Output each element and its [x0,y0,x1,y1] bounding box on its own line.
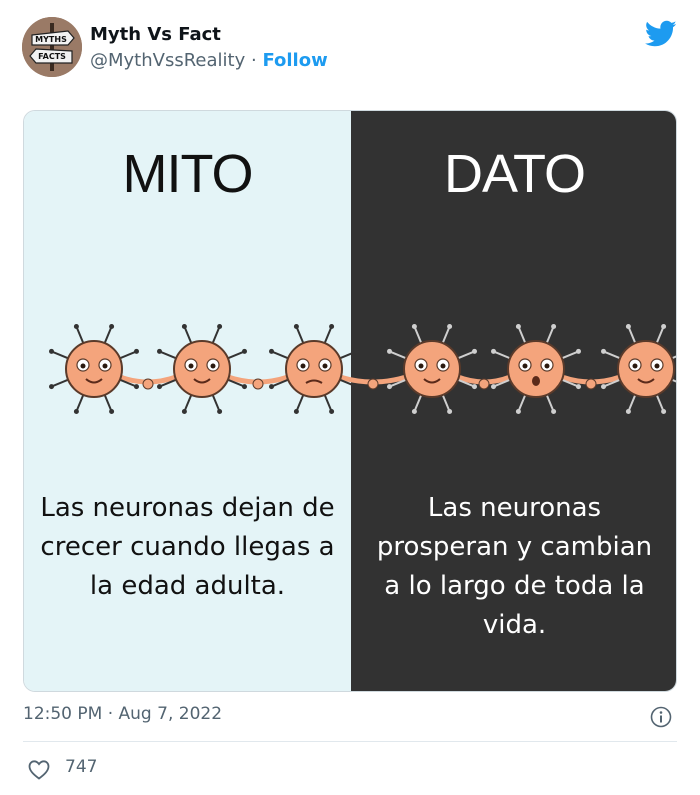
tweet-image[interactable]: MITO Las neuronas dejan de crecer cuando… [23,110,677,692]
myth-title: MITO [122,144,254,204]
divider [23,741,677,742]
author-name[interactable]: Myth Vs Fact [90,24,221,45]
avatar-text-bottom: FACTS [38,52,66,61]
info-icon[interactable] [650,706,672,728]
separator: · [250,50,257,71]
fact-title: DATO [443,144,586,204]
signpost-logo: MYTHS FACTS [22,17,82,77]
tweet-header: MYTHS FACTS Myth Vs Fact @MythVssReality… [0,0,700,100]
avatar-text-top: MYTHS [35,35,67,44]
fact-text: Las neuronas prosperan y cambian a lo la… [376,493,653,640]
avatar[interactable]: MYTHS FACTS [22,17,82,77]
myth-text: Las neuronas dejan de crecer cuando lleg… [40,493,335,601]
neurons-illustration [49,324,676,414]
twitter-bird-icon[interactable] [645,20,677,48]
like-count: 747 [65,757,98,777]
follow-button[interactable]: Follow [262,50,327,71]
heart-icon [28,760,50,780]
handle-row: @MythVssReality · Follow [90,50,328,71]
tweet-timestamp[interactable]: 12:50 PM · Aug 7, 2022 [23,704,222,724]
author-handle[interactable]: @MythVssReality [90,50,245,71]
